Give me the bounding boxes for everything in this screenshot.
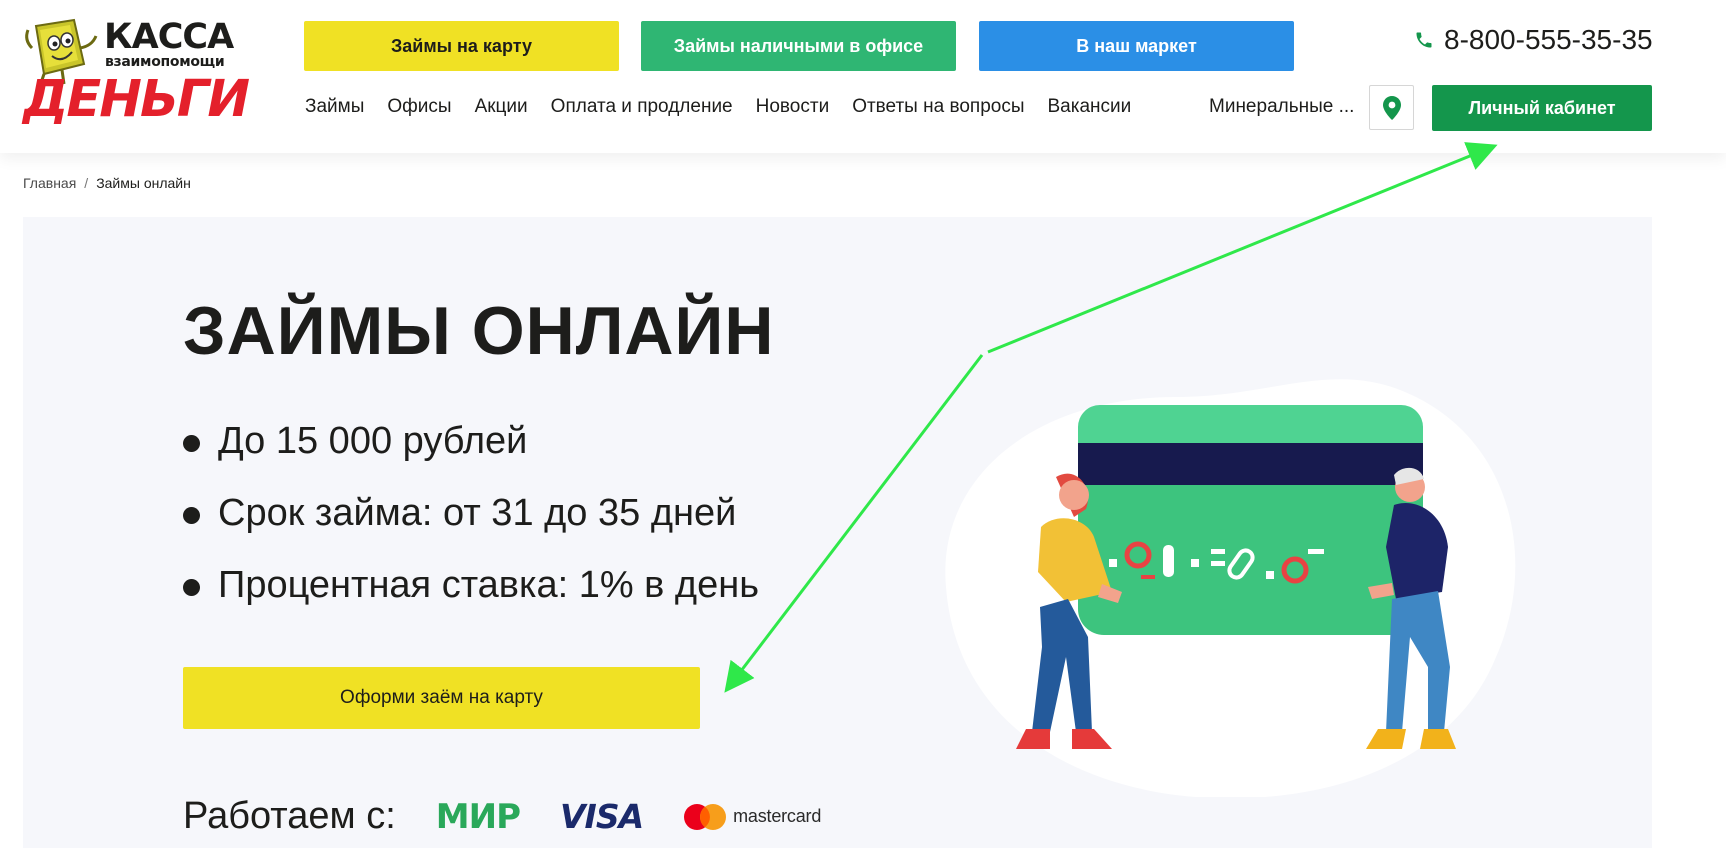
hero-section: ЗАЙМЫ ОНЛАЙН До 15 000 рублей Срок займа… xyxy=(23,217,1652,848)
nav-item-loans[interactable]: Займы xyxy=(305,96,364,118)
logo-title: КАССА xyxy=(104,17,234,57)
breadcrumb: Главная / Займы онлайн xyxy=(23,175,191,191)
mastercard-circles-icon xyxy=(684,803,727,830)
nav-item-vacancies[interactable]: Вакансии xyxy=(1048,96,1132,118)
nav-item-offices[interactable]: Офисы xyxy=(387,96,451,118)
mir-logo: МИР xyxy=(435,796,521,837)
cash-loans-office-button[interactable]: Займы наличными в офисе xyxy=(641,21,956,71)
mir-logo-text: МИР xyxy=(435,796,521,837)
loans-to-card-button[interactable]: Займы на карту xyxy=(304,21,619,71)
personal-account-button[interactable]: Личный кабинет xyxy=(1432,85,1652,131)
payment-systems: Работаем с: МИР VISA mastercard xyxy=(183,795,821,838)
phone-link[interactable]: 8-800-555-35-35 xyxy=(1414,23,1653,57)
main-nav: Займы Офисы Акции Оплата и продление Нов… xyxy=(305,96,1131,118)
market-button[interactable]: В наш маркет xyxy=(979,21,1294,71)
visa-logo-text: VISA xyxy=(560,797,644,836)
feature-loan-term: Срок займа: от 31 до 35 дней xyxy=(183,494,759,566)
payment-systems-label: Работаем с: xyxy=(183,795,396,837)
logo-brand-word: ДЕНЬГИ xyxy=(23,70,250,129)
mastercard-logo-text: mastercard xyxy=(733,806,822,826)
phone-number: 8-800-555-35-35 xyxy=(1444,24,1653,55)
nav-item-news[interactable]: Новости xyxy=(756,96,830,118)
loan-features-list: До 15 000 рублей Срок займа: от 31 до 35… xyxy=(183,422,759,638)
page-title: ЗАЙМЫ ОНЛАЙН xyxy=(183,293,775,369)
breadcrumb-separator: / xyxy=(84,175,89,191)
feature-max-amount: До 15 000 рублей xyxy=(183,422,759,494)
nav-item-payment[interactable]: Оплата и продление xyxy=(551,96,733,118)
visa-logo: VISA xyxy=(560,797,644,836)
card-carrying-illustration xyxy=(945,379,1516,797)
location-button[interactable] xyxy=(1369,85,1414,130)
site-header: КАССА взаимопомощи ДЕНЬГИ Займы на карту… xyxy=(0,0,1726,153)
feature-interest-rate: Процентная ставка: 1% в день xyxy=(183,566,759,638)
nav-item-promotions[interactable]: Акции xyxy=(475,96,528,118)
logo-subtitle: взаимопомощи xyxy=(105,54,225,70)
map-pin-icon xyxy=(1382,95,1401,120)
mastercard-logo: mastercard xyxy=(683,803,821,831)
nav-item-faq[interactable]: Ответы на вопросы xyxy=(852,96,1024,118)
apply-loan-card-button[interactable]: Оформи заём на карту xyxy=(183,667,700,729)
brand-logo[interactable]: КАССА взаимопомощи ДЕНЬГИ xyxy=(22,17,250,128)
breadcrumb-home[interactable]: Главная xyxy=(23,175,76,191)
phone-icon xyxy=(1416,32,1432,48)
breadcrumb-current: Займы онлайн xyxy=(96,175,191,191)
city-selector[interactable]: Минеральные ... xyxy=(1209,96,1354,118)
